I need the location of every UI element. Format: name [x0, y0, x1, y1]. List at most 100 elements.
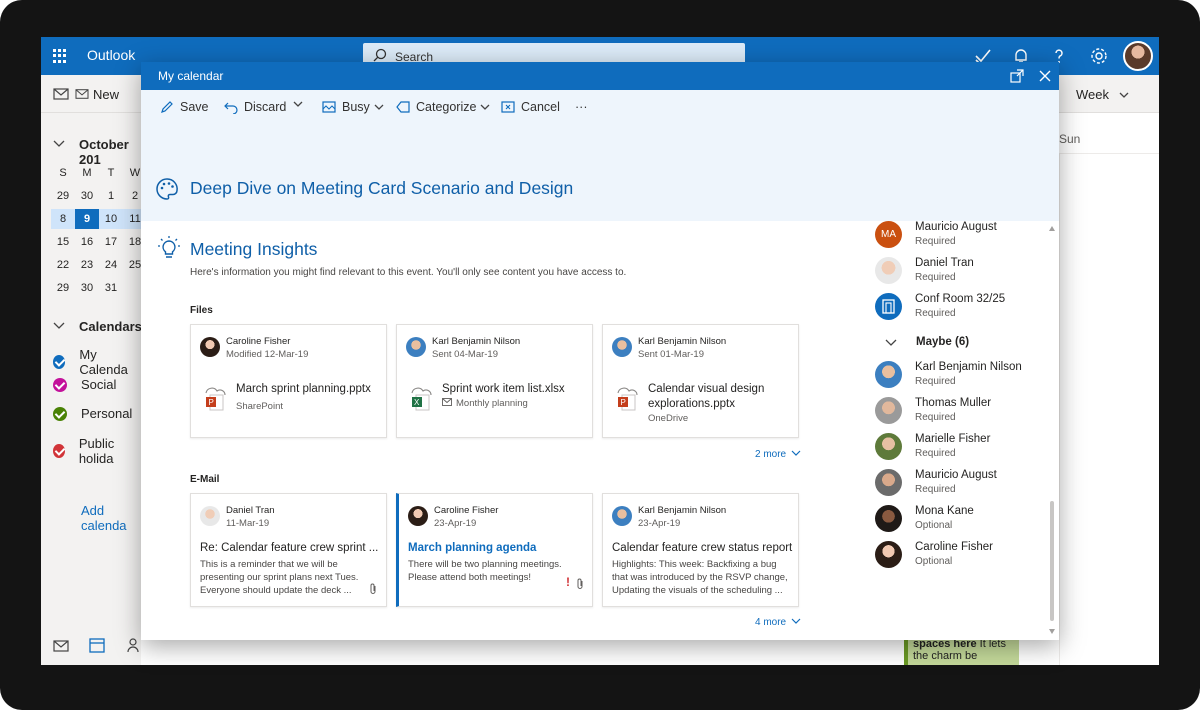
- scroll-up-icon[interactable]: [1049, 226, 1055, 231]
- attendee-name: Daniel Tran: [915, 257, 974, 269]
- attendee-scrollbar[interactable]: [1048, 221, 1056, 640]
- file-author: Karl Benjamin Nilson: [638, 336, 727, 347]
- day-cell[interactable]: 22: [51, 259, 75, 271]
- more-actions-button[interactable]: ···: [575, 100, 588, 114]
- file-location: OneDrive: [648, 413, 689, 424]
- weekday-header: T: [107, 166, 115, 179]
- mail-icon[interactable]: [53, 87, 69, 101]
- chevron-down-icon: [791, 450, 801, 456]
- chevron-down-icon: [791, 618, 801, 624]
- email-author: Karl Benjamin Nilson: [638, 505, 727, 516]
- day-cell[interactable]: 24: [99, 259, 123, 271]
- avatar: [875, 361, 902, 388]
- attendee-role: Required: [915, 412, 956, 423]
- new-button[interactable]: New: [75, 87, 119, 102]
- close-icon[interactable]: [1038, 69, 1052, 83]
- day-cell[interactable]: 29: [51, 282, 75, 294]
- calendars-chevron-icon[interactable]: [53, 321, 65, 331]
- attendee-role: Required: [915, 448, 956, 459]
- attendee-name: Caroline Fisher: [915, 541, 993, 553]
- day-cell[interactable]: 31: [99, 282, 123, 294]
- week-view-button[interactable]: Week: [1076, 87, 1129, 102]
- attendee-name: Marielle Fisher: [915, 433, 991, 445]
- attendee-role: Required: [915, 308, 956, 319]
- day-cell-today[interactable]: 9: [75, 208, 99, 229]
- pop-out-icon[interactable]: [1010, 69, 1024, 83]
- avatar: [612, 337, 632, 357]
- emails-more-link[interactable]: 4 more: [755, 617, 801, 628]
- day-cell[interactable]: 10: [99, 208, 123, 229]
- app-launcher-icon[interactable]: [53, 49, 67, 63]
- modal-title-bar: My calendar: [141, 62, 1059, 90]
- day-cell[interactable]: 1: [99, 190, 123, 202]
- day-cell[interactable]: 30: [75, 190, 99, 202]
- calendar-item-public-holidays[interactable]: Public holida: [53, 436, 141, 466]
- calendar-icon[interactable]: [89, 637, 105, 653]
- emails-more-label: 4 more: [755, 617, 787, 628]
- email-card[interactable]: Caroline Fisher 23-Apr-19 March planning…: [396, 493, 593, 607]
- event-modal: My calendar Save Discard Busy Categorize…: [141, 62, 1059, 640]
- avatar: [875, 505, 902, 532]
- attendee-name: Thomas Muller: [915, 397, 992, 409]
- categorize-dropdown[interactable]: Categorize: [396, 100, 496, 114]
- file-location: Monthly planning: [456, 398, 528, 409]
- pencil-icon: [161, 101, 173, 113]
- calendar-item-my-calendar[interactable]: My Calenda: [53, 347, 141, 377]
- attachment-icon: [577, 578, 583, 589]
- file-date: Modified 12-Mar-19: [226, 349, 309, 360]
- gear-icon[interactable]: [1089, 46, 1109, 66]
- day-cell[interactable]: 30: [75, 282, 99, 294]
- maybe-group-header[interactable]: Maybe (6): [916, 336, 969, 348]
- attendee-name: Karl Benjamin Nilson: [915, 361, 1022, 373]
- event-title[interactable]: Deep Dive on Meeting Card Scenario and D…: [190, 178, 573, 199]
- tag-icon: [396, 101, 410, 113]
- email-card[interactable]: Karl Benjamin Nilson 23-Apr-19 Calendar …: [602, 493, 799, 607]
- file-card[interactable]: Karl Benjamin Nilson Sent 04-Mar-19 X Sp…: [396, 324, 593, 438]
- cancel-button[interactable]: Cancel: [501, 100, 560, 114]
- chevron-down-icon: [374, 104, 384, 110]
- files-more-label: 2 more: [755, 449, 787, 460]
- cancel-event-icon: [501, 101, 515, 113]
- save-label: Save: [180, 100, 209, 114]
- day-cell[interactable]: 23: [75, 259, 99, 271]
- calendar-check-icon: [53, 406, 67, 421]
- discard-dropdown[interactable]: [293, 100, 309, 108]
- day-cell[interactable]: 8: [51, 208, 75, 229]
- avatar: [875, 257, 902, 284]
- add-calendar-link[interactable]: Add calenda: [81, 503, 141, 533]
- save-button[interactable]: Save: [160, 100, 209, 114]
- day-cell[interactable]: 17: [99, 236, 123, 248]
- insights-subtitle: Here's information you might find releva…: [190, 267, 627, 278]
- day-cell[interactable]: 16: [75, 236, 99, 248]
- user-avatar[interactable]: [1123, 41, 1153, 71]
- new-mail-icon: [75, 89, 89, 99]
- day-cell[interactable]: 29: [51, 190, 75, 202]
- file-card[interactable]: Karl Benjamin Nilson Sent 01-Mar-19 P Ca…: [602, 324, 799, 438]
- mail-icon[interactable]: [53, 639, 69, 653]
- calendar-item-personal[interactable]: Personal: [53, 406, 132, 421]
- email-subject: Re: Calendar feature crew sprint ...: [200, 542, 379, 554]
- week-label: Week: [1076, 87, 1109, 102]
- email-card[interactable]: Daniel Tran 11-Mar-19 Re: Calendar featu…: [190, 493, 387, 607]
- email-author: Caroline Fisher: [434, 505, 499, 516]
- scroll-thumb[interactable]: [1050, 501, 1054, 621]
- collapse-chevron-icon[interactable]: [53, 139, 65, 149]
- left-navigation-pane: October 201 S M T W T 29 30 1 2 3 8: [41, 113, 171, 665]
- file-card[interactable]: Caroline Fisher Modified 12-Mar-19 P Mar…: [190, 324, 387, 438]
- discard-label: Discard: [244, 100, 287, 114]
- calendar-item-label: Personal: [81, 406, 133, 421]
- day-cell[interactable]: 15: [51, 236, 75, 248]
- scroll-down-icon[interactable]: [1049, 629, 1055, 634]
- calendar-item-label: My Calenda: [79, 347, 128, 377]
- attachment-icon: [370, 583, 376, 594]
- file-author: Caroline Fisher: [226, 336, 291, 347]
- calendar-check-icon: [53, 355, 66, 369]
- chevron-down-icon[interactable]: [885, 339, 897, 347]
- email-subject: Calendar feature crew status report: [612, 542, 793, 554]
- discard-button[interactable]: Discard: [224, 100, 286, 114]
- avatar-initials: MA: [875, 221, 902, 248]
- calendar-item-social[interactable]: Social: [53, 377, 116, 392]
- attendee-name: Conf Room 32/25: [915, 293, 1006, 305]
- busy-dropdown[interactable]: Busy: [322, 100, 390, 114]
- files-more-link[interactable]: 2 more: [755, 449, 801, 460]
